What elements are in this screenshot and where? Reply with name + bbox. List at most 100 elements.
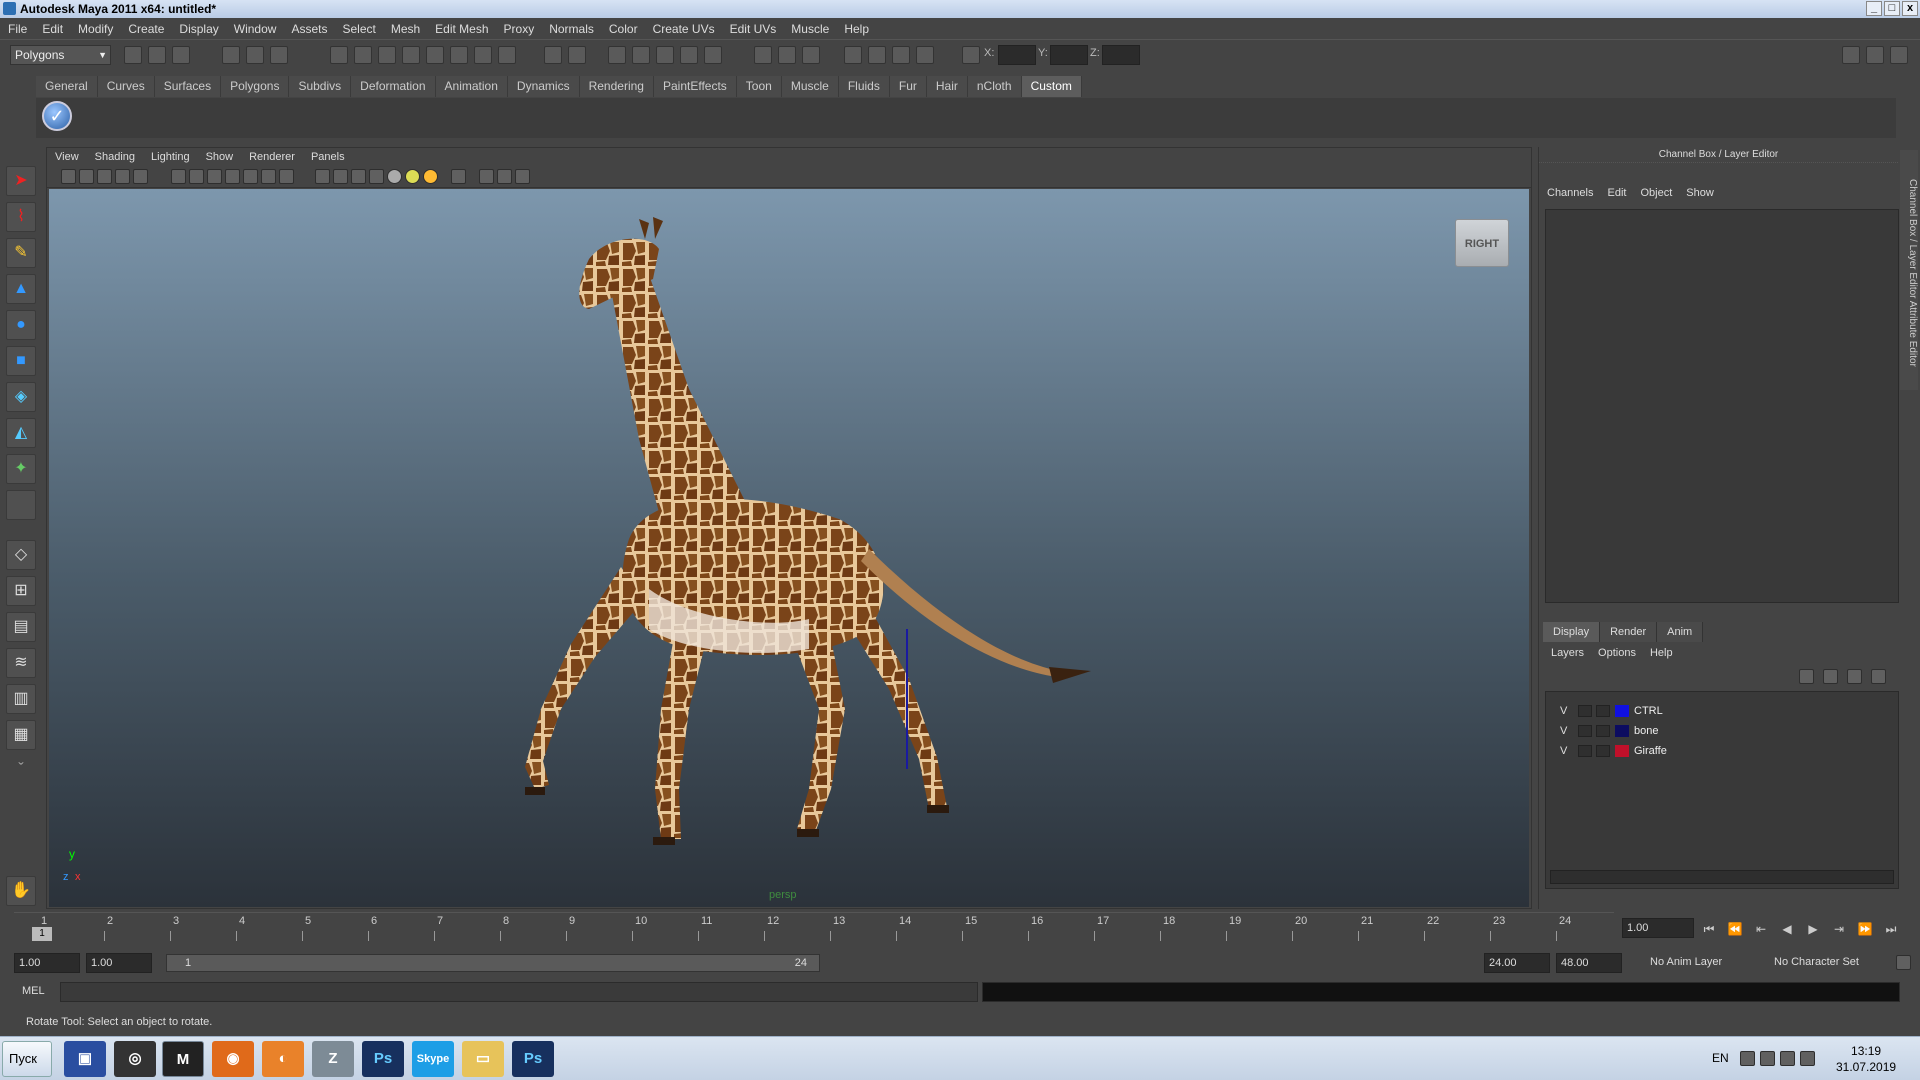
xray-components-icon[interactable] [515, 169, 530, 184]
cinema4d-icon[interactable]: ◎ [114, 1041, 156, 1077]
maya-icon[interactable]: M [162, 1041, 204, 1077]
language-indicator[interactable]: EN [1712, 1051, 1729, 1065]
camera-attributes-icon[interactable] [79, 169, 94, 184]
soft-modification-icon[interactable]: ◭ [6, 418, 36, 448]
command-language-label[interactable]: MEL [22, 985, 45, 997]
shelf-tab-fur[interactable]: Fur [889, 76, 927, 97]
isolate-select-icon[interactable] [451, 169, 466, 184]
image-plane-icon[interactable] [115, 169, 130, 184]
more-layouts-icon[interactable]: ˇ [6, 756, 36, 786]
minimize-button[interactable]: _ [1866, 1, 1882, 16]
open-scene-icon[interactable] [148, 46, 166, 64]
layer-tab-anim[interactable]: Anim [1657, 622, 1704, 642]
wireframe-icon[interactable] [315, 169, 330, 184]
network-icon[interactable] [1760, 1051, 1775, 1066]
hypergraph-icon[interactable] [892, 46, 910, 64]
input-line-icon[interactable] [754, 46, 772, 64]
menu-color[interactable]: Color [609, 22, 638, 36]
layer-visibility[interactable]: V [1560, 742, 1567, 760]
step-back-key-icon[interactable]: ⇤ [1752, 920, 1770, 938]
zbrush-icon[interactable]: Z [312, 1041, 354, 1077]
shelf-tab-dynamics[interactable]: Dynamics [507, 76, 580, 97]
tool-settings-toggle-icon[interactable] [1866, 46, 1884, 64]
scale-tool-icon[interactable]: ■ [6, 346, 36, 376]
command-input[interactable] [60, 982, 978, 1002]
rotate-tool-icon[interactable]: ● [6, 310, 36, 340]
transform-icon[interactable] [962, 46, 980, 64]
layer-display-type[interactable] [1578, 745, 1592, 757]
hypershade-icon[interactable] [680, 46, 698, 64]
ipr-render-icon[interactable] [632, 46, 650, 64]
save-icon[interactable]: ▣ [64, 1041, 106, 1077]
panel-menu-show[interactable]: Show [206, 151, 234, 163]
input-line-icon-2[interactable] [778, 46, 796, 64]
graph-editor-icon[interactable] [868, 46, 886, 64]
menu-file[interactable]: File [8, 22, 27, 36]
snap-point-icon[interactable] [378, 46, 396, 64]
render-globals-icon[interactable] [916, 46, 934, 64]
resolution-gate-icon[interactable] [207, 169, 222, 184]
layer-row[interactable]: V bone [1550, 722, 1890, 740]
shelf-tab-animation[interactable]: Animation [435, 76, 508, 97]
layer-visibility[interactable]: V [1560, 702, 1567, 720]
close-button[interactable]: x [1902, 1, 1918, 16]
channel-menu-show[interactable]: Show [1686, 187, 1714, 199]
anim-layer-dropdown[interactable]: No Anim Layer [1646, 953, 1754, 973]
snap-surface-icon[interactable] [426, 46, 444, 64]
help-question-icon[interactable] [498, 46, 516, 64]
channel-box-toggle-icon[interactable] [1890, 46, 1908, 64]
channel-menu-channels[interactable]: Channels [1547, 187, 1593, 199]
shelf-tab-polygons[interactable]: Polygons [221, 76, 290, 97]
layer-menu-help[interactable]: Help [1650, 647, 1673, 659]
persp-graph-hypergraph-layout-icon[interactable]: ▦ [6, 720, 36, 750]
shelf-tab-toon[interactable]: Toon [736, 76, 782, 97]
layer-up-icon[interactable] [1847, 669, 1862, 684]
shelf-tab-subdivs[interactable]: Subdivs [289, 76, 352, 97]
render-settings-icon[interactable] [656, 46, 674, 64]
go-to-end-icon[interactable]: ⏭ [1882, 920, 1900, 938]
animation-start-field[interactable]: 1.00 [14, 953, 80, 973]
panel-menu-lighting[interactable]: Lighting [151, 151, 190, 163]
snap-grid-icon[interactable] [330, 46, 348, 64]
layer-menu-options[interactable]: Options [1598, 647, 1636, 659]
shelf-tab-painteffects[interactable]: PaintEffects [653, 76, 737, 97]
shelf-tab-rendering[interactable]: Rendering [579, 76, 654, 97]
layer-display-type[interactable] [1578, 705, 1592, 717]
layer-row[interactable]: V CTRL [1550, 702, 1890, 720]
snap-plane-icon[interactable] [402, 46, 420, 64]
playback-start-field[interactable]: 1.00 [86, 953, 152, 973]
snap-curve-icon[interactable] [354, 46, 372, 64]
layer-playback[interactable] [1596, 725, 1610, 737]
render-frame-icon[interactable] [608, 46, 626, 64]
menu-edit[interactable]: Edit [42, 22, 63, 36]
universal-manipulator-icon[interactable]: ◈ [6, 382, 36, 412]
use-all-lights-icon[interactable] [387, 169, 402, 184]
time-slider[interactable]: 1 2 3 4 5 6 7 8 9 10 11 12 13 14 15 16 17 18 19 20 21 22 23 24 1 [14, 912, 1614, 942]
smooth-shade-icon[interactable] [333, 169, 348, 184]
explorer-icon[interactable]: ▭ [462, 1041, 504, 1077]
menu-display[interactable]: Display [179, 22, 218, 36]
y-field[interactable] [1050, 45, 1088, 65]
shelf-tab-fluids[interactable]: Fluids [838, 76, 890, 97]
shelf-tab-deformation[interactable]: Deformation [351, 76, 436, 97]
3d-viewport[interactable]: RIGHT y z x persp [49, 189, 1529, 907]
2d-pan-zoom-icon[interactable] [133, 169, 148, 184]
current-frame-field[interactable]: 1.00 [1622, 918, 1694, 938]
snap-view-icon[interactable] [474, 46, 492, 64]
shelf-tab-hair[interactable]: Hair [926, 76, 968, 97]
panel-menu-renderer[interactable]: Renderer [249, 151, 295, 163]
layer-tab-display[interactable]: Display [1543, 622, 1601, 642]
grid-icon[interactable] [171, 169, 186, 184]
layer-down-icon[interactable] [1871, 669, 1886, 684]
layer-playback[interactable] [1596, 745, 1610, 757]
menu-create-uvs[interactable]: Create UVs [653, 22, 715, 36]
maximize-button[interactable]: □ [1884, 1, 1900, 16]
panel-menu-panels[interactable]: Panels [311, 151, 345, 163]
menu-edit-mesh[interactable]: Edit Mesh [435, 22, 488, 36]
shelf-tab-surfaces[interactable]: Surfaces [154, 76, 222, 97]
menu-window[interactable]: Window [234, 22, 277, 36]
view-cube[interactable]: RIGHT [1455, 219, 1509, 267]
menu-proxy[interactable]: Proxy [504, 22, 535, 36]
single-perspective-layout-icon[interactable]: ◇ [6, 540, 36, 570]
construction-history-icon[interactable] [568, 46, 586, 64]
